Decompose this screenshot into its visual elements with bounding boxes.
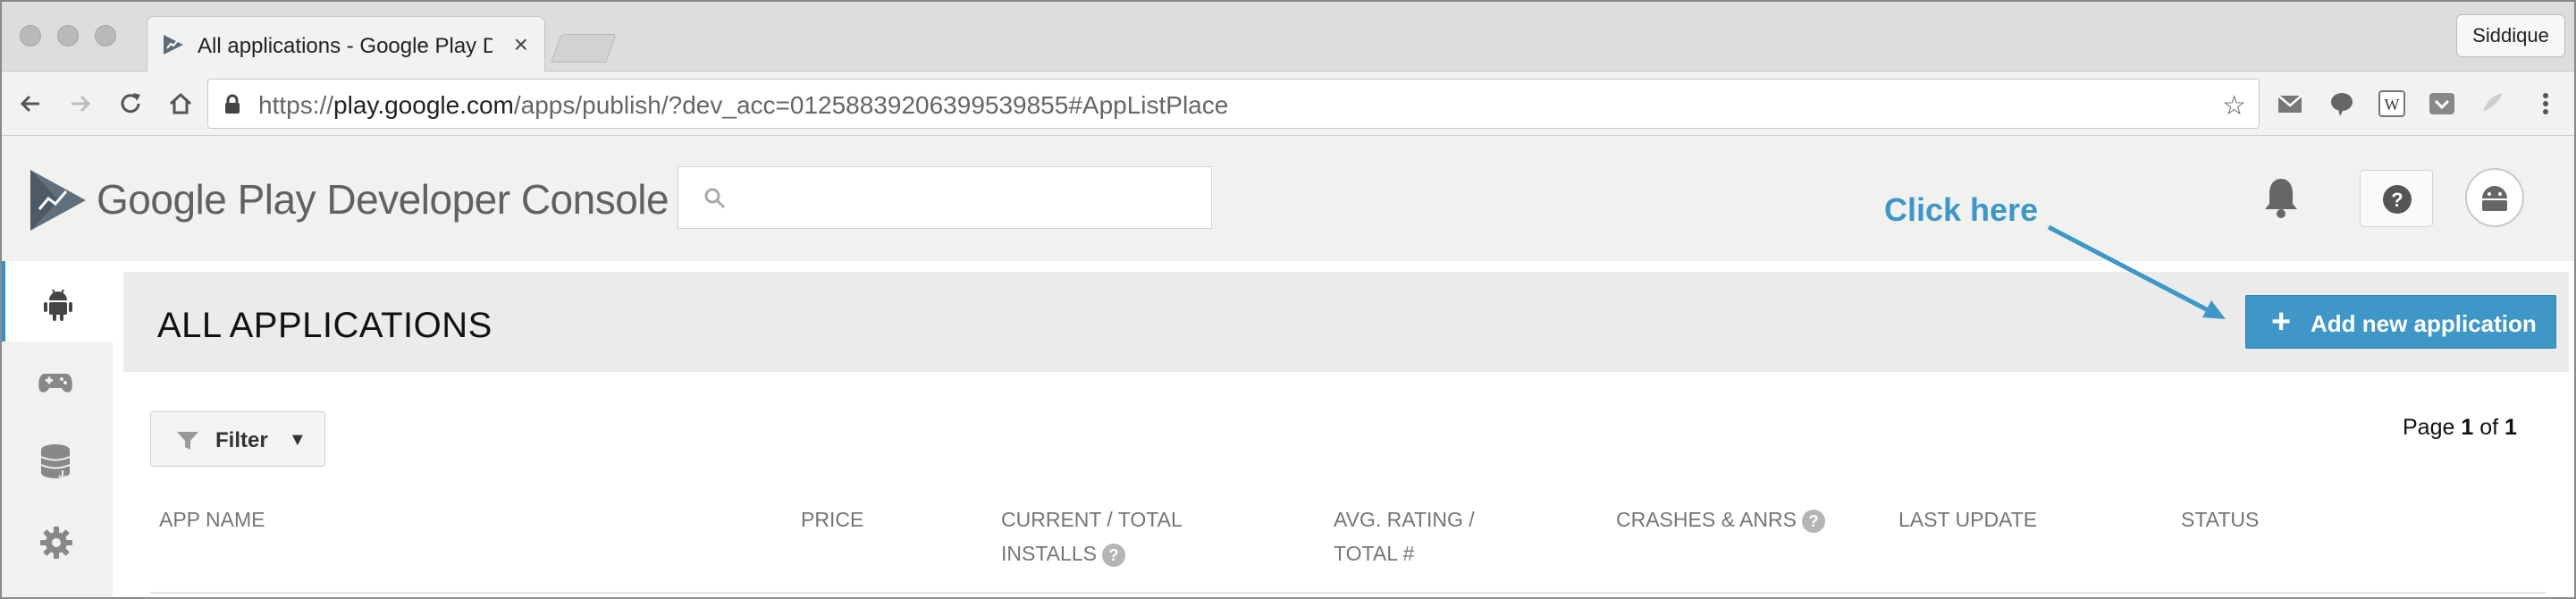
close-window-button[interactable] <box>20 25 41 46</box>
pager-total: 1 <box>2504 415 2517 440</box>
column-header-app-name[interactable]: APP NAME <box>159 502 265 536</box>
column-header-line: STATUS <box>2181 508 2260 531</box>
main-content: ALL APPLICATIONS + Add new application F… <box>113 261 2576 599</box>
column-header-installs[interactable]: CURRENT / TOTAL INSTALLS? <box>1001 502 1183 570</box>
new-tab-button[interactable] <box>551 34 617 63</box>
developer-console-app: Google Play Developer Console ? ALL APPL… <box>0 136 2576 599</box>
pager-mid: of <box>2473 415 2504 440</box>
android-icon <box>44 289 72 321</box>
page-header-bar: ALL APPLICATIONS + Add new application <box>123 272 2569 372</box>
sidebar-item-settings[interactable] <box>0 502 113 583</box>
speech-bubble-extension-icon[interactable] <box>2328 89 2356 118</box>
back-arrow-icon[interactable] <box>16 89 45 118</box>
sidebar-item-game-services[interactable] <box>0 342 113 422</box>
add-new-application-label: Add new application <box>2311 310 2537 337</box>
help-question-icon: ? <box>2383 185 2412 214</box>
add-new-application-button[interactable]: + Add new application <box>2245 295 2556 349</box>
pocket-extension-icon[interactable] <box>2428 89 2456 118</box>
column-header-line: LAST UPDATE <box>1898 508 2038 531</box>
plus-icon: + <box>2271 303 2292 341</box>
menu-dots-icon[interactable] <box>2531 89 2560 118</box>
play-console-logo-icon[interactable] <box>29 168 88 232</box>
notifications-bell-icon[interactable] <box>2261 175 2301 220</box>
column-header-line: TOTAL # <box>1334 542 1415 565</box>
column-header-line: PRICE <box>801 508 864 531</box>
svg-text:?: ? <box>2391 189 2403 211</box>
minimize-window-button[interactable] <box>57 25 79 46</box>
column-header-line: AVG. RATING / <box>1334 508 1475 531</box>
url-host: play.google.com <box>333 91 514 119</box>
help-circle-icon[interactable]: ? <box>1801 509 1825 533</box>
help-button[interactable]: ? <box>2360 170 2433 227</box>
reload-icon[interactable] <box>116 89 145 118</box>
pager-current: 1 <box>2461 415 2474 440</box>
column-header-line: CURRENT / TOTAL <box>1001 508 1183 531</box>
feather-extension-icon[interactable] <box>2478 89 2506 118</box>
search-input[interactable] <box>678 166 1212 229</box>
sidebar-item-download-reports[interactable] <box>0 422 113 502</box>
column-header-status[interactable]: STATUS <box>2181 502 2259 536</box>
maximize-window-button[interactable] <box>95 25 116 46</box>
column-header-line: INSTALLS <box>1001 542 1097 565</box>
column-header-last-update[interactable]: LAST UPDATE <box>1898 502 2037 536</box>
forward-arrow-icon[interactable] <box>66 89 95 118</box>
console-brand-title: Google Play Developer Console <box>97 176 669 223</box>
filter-button[interactable]: Filter ▼ <box>150 411 325 467</box>
page-title: ALL APPLICATIONS <box>157 306 492 345</box>
search-icon <box>704 188 726 209</box>
column-header-avg-rating[interactable]: AVG. RATING / TOTAL # <box>1334 502 1475 570</box>
bookmark-star-icon[interactable]: ☆ <box>2222 90 2246 122</box>
column-header-crashes-anrs[interactable]: CRASHES & ANRS? <box>1616 502 1825 536</box>
sidebar-item-all-applications[interactable] <box>0 261 113 342</box>
column-header-line: CRASHES & ANRS <box>1616 508 1797 531</box>
chevron-down-icon: ▼ <box>289 430 307 450</box>
url-text: https://play.google.com/apps/publish/?de… <box>258 91 1228 120</box>
url-scheme: https:// <box>258 91 334 119</box>
filter-funnel-icon <box>177 432 198 450</box>
wikipedia-extension-icon[interactable]: W <box>2378 89 2406 118</box>
column-header-line: APP NAME <box>159 508 265 531</box>
android-avatar-icon <box>2482 186 2507 211</box>
pager-prefix: Page <box>2403 415 2462 440</box>
filter-label: Filter <box>215 428 268 452</box>
column-header-price[interactable]: PRICE <box>801 502 863 536</box>
pagination-indicator: Page 1 of 1 <box>2403 415 2517 441</box>
browser-titlebar: All applications - Google Play D × Siddi… <box>0 0 2576 72</box>
address-bar[interactable]: https://play.google.com/apps/publish/?de… <box>207 79 2260 129</box>
url-path: /apps/publish/?dev_acc=01258839206399539… <box>513 91 1229 119</box>
profile-button[interactable]: Siddique <box>2456 14 2565 57</box>
tab-close-icon[interactable]: × <box>514 30 528 59</box>
svg-text:W: W <box>2385 96 2400 114</box>
database-download-icon <box>40 444 71 482</box>
tab-title: All applications - Google Play D <box>198 34 492 58</box>
browser-toolbar: https://play.google.com/apps/publish/?de… <box>0 72 2576 136</box>
annotation-click-here: Click here <box>1884 191 2039 228</box>
lock-icon <box>225 94 240 114</box>
gmail-extension-icon[interactable] <box>2276 89 2304 118</box>
account-avatar[interactable] <box>2465 168 2524 227</box>
play-console-favicon-icon <box>164 35 183 55</box>
table-header-divider <box>150 592 2546 594</box>
home-icon[interactable] <box>166 89 195 118</box>
help-circle-icon[interactable]: ? <box>1101 543 1125 567</box>
browser-tab-active[interactable]: All applications - Google Play D × <box>147 16 545 72</box>
gamepad-icon <box>38 374 72 392</box>
sidebar <box>0 261 113 599</box>
gear-icon <box>40 527 72 559</box>
